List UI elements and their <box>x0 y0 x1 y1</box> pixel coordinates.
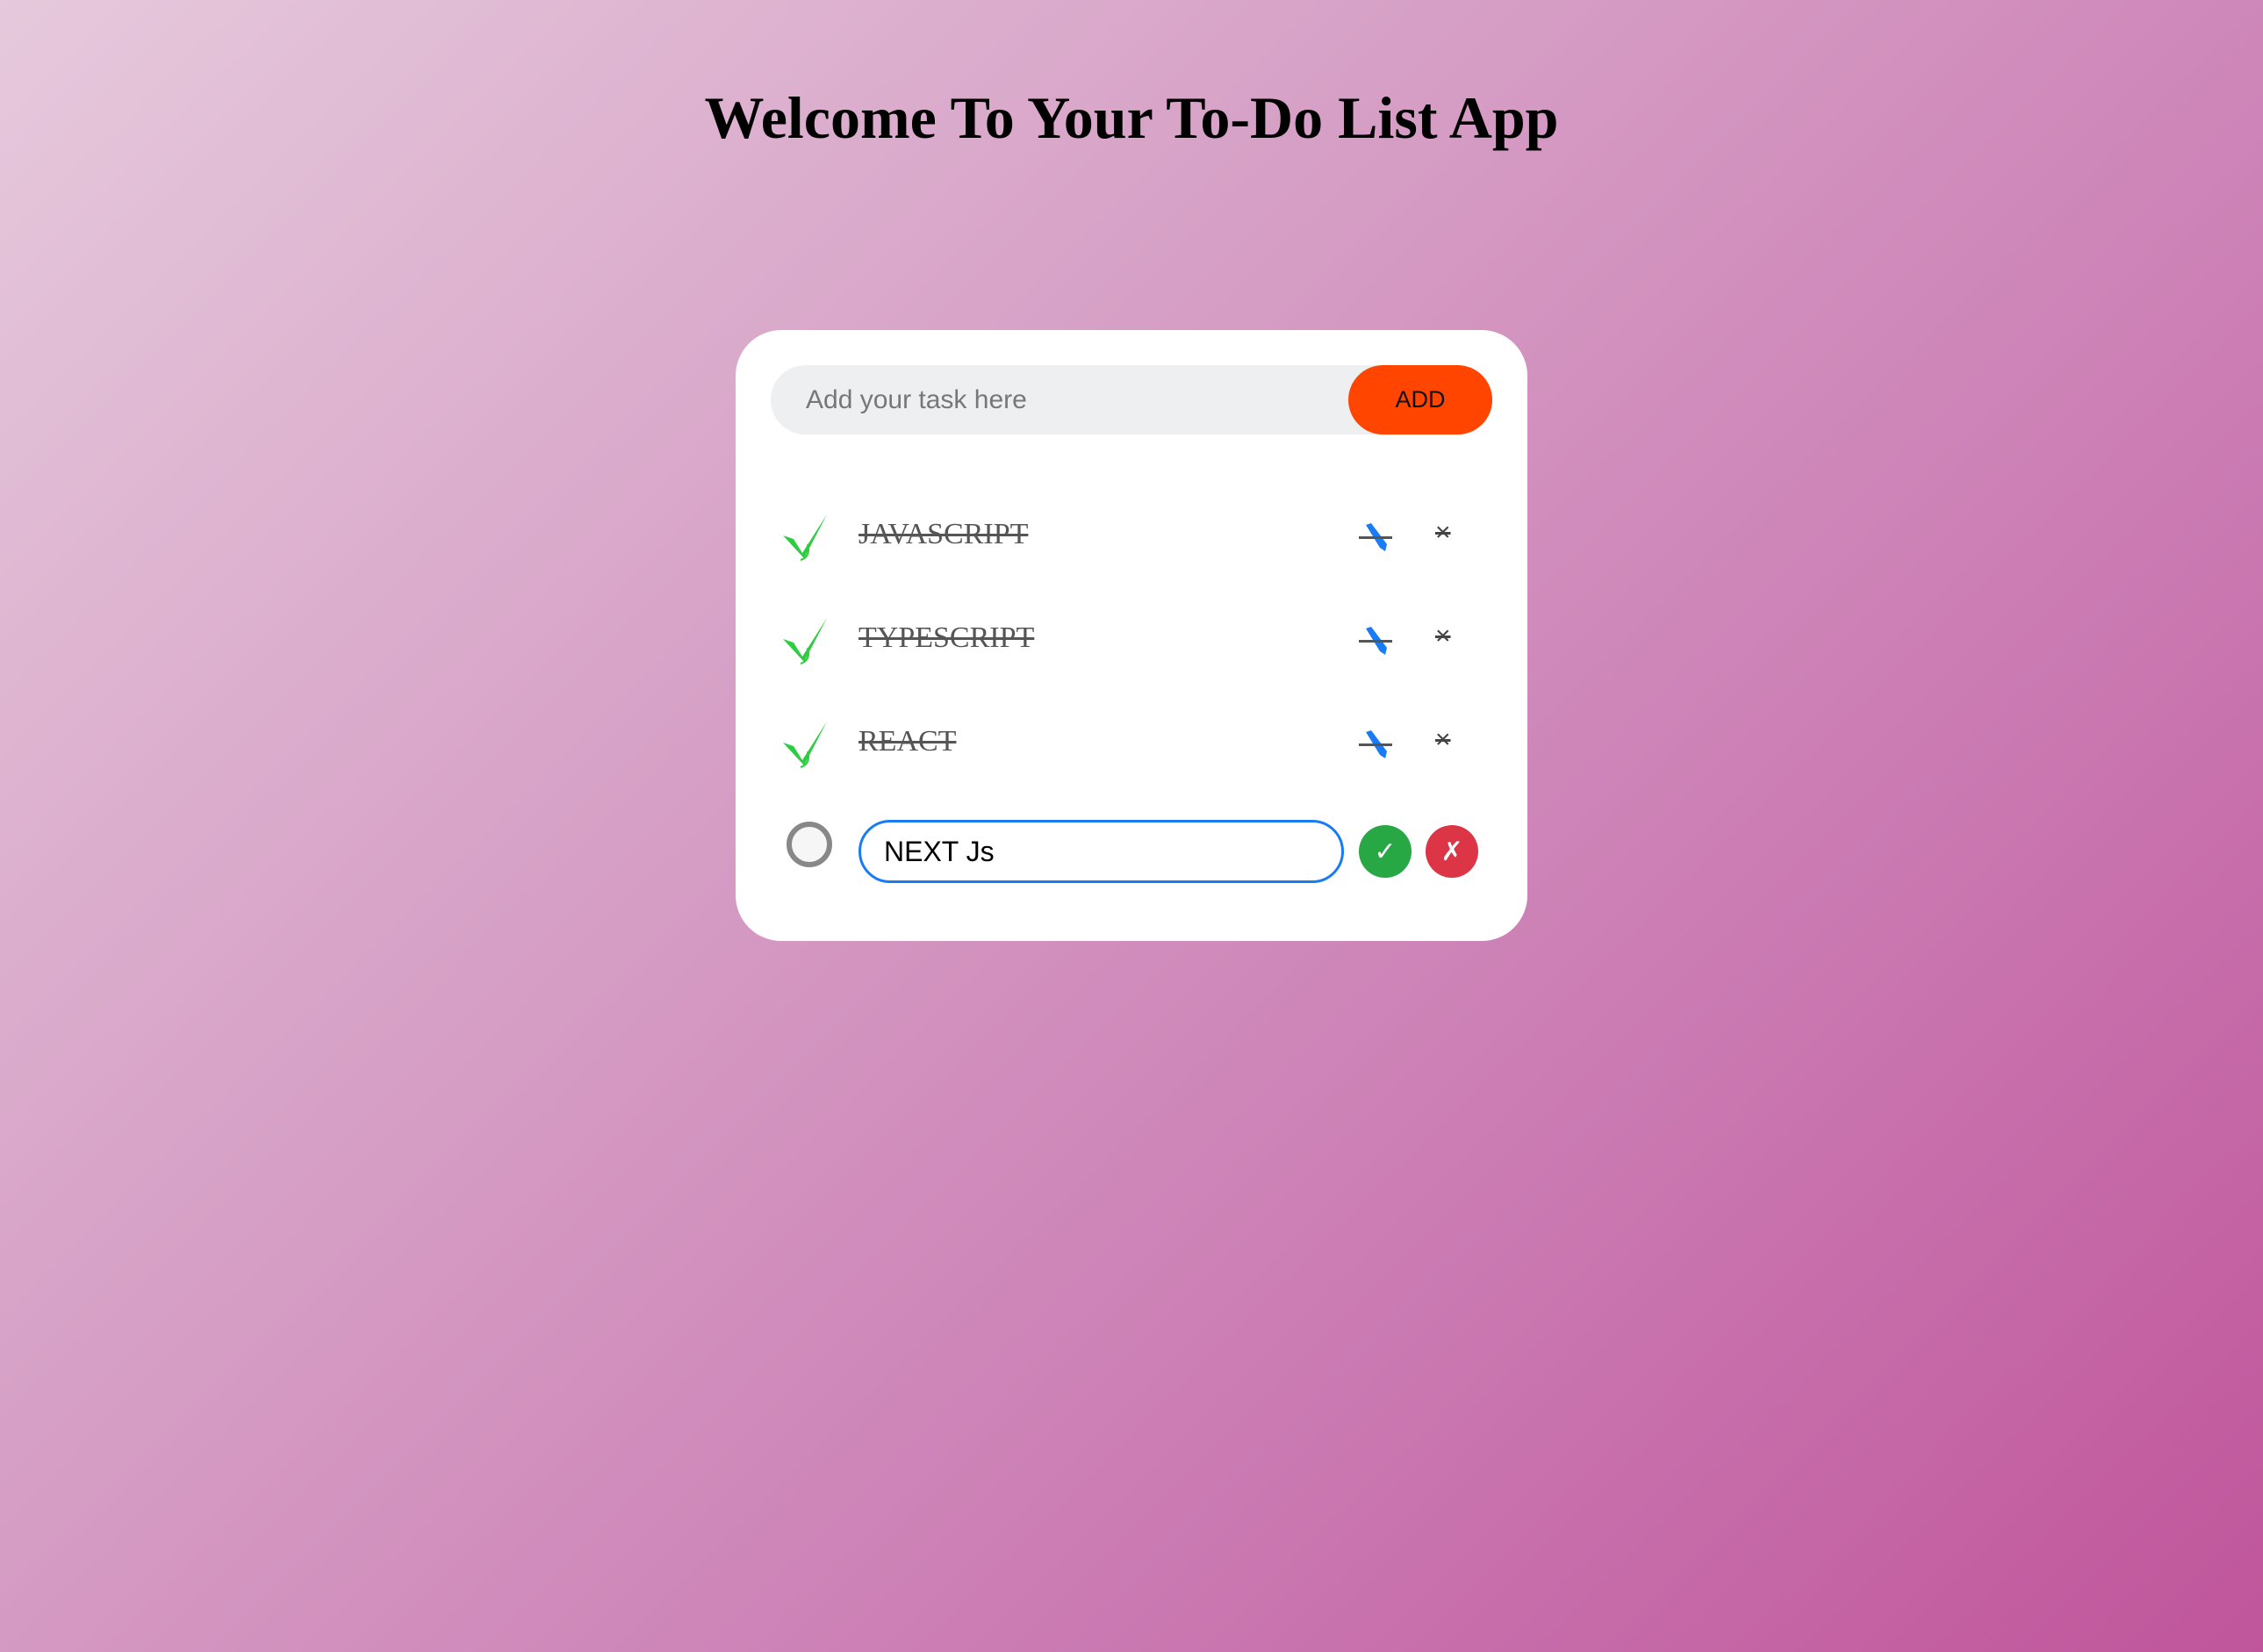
todo-card: ADD JAVASCRIPT × TYPESCRIPT × REACT × ✓ … <box>736 330 1527 941</box>
task-item: REACT × <box>736 709 1527 779</box>
close-icon[interactable]: × <box>1435 725 1451 755</box>
page-title: Welcome To Your To-Do List App <box>704 84 1559 151</box>
add-task-input[interactable] <box>771 365 1368 435</box>
edit-task-input[interactable] <box>859 820 1344 883</box>
pencil-icon[interactable] <box>1359 729 1394 760</box>
check-icon[interactable] <box>781 720 830 769</box>
cancel-edit-button[interactable]: ✗ <box>1426 825 1478 878</box>
save-edit-button[interactable]: ✓ <box>1359 825 1412 878</box>
task-item: JAVASCRIPT × <box>736 502 1527 572</box>
check-icon[interactable] <box>781 616 830 665</box>
close-icon[interactable]: × <box>1435 621 1451 651</box>
pencil-icon[interactable] <box>1359 521 1394 553</box>
add-button[interactable]: ADD <box>1348 365 1492 435</box>
incomplete-circle-icon[interactable] <box>787 822 832 867</box>
task-label: REACT <box>859 725 957 758</box>
check-icon[interactable] <box>781 513 830 562</box>
pencil-icon[interactable] <box>1359 625 1394 657</box>
task-item: TYPESCRIPT × <box>736 606 1527 676</box>
task-label: TYPESCRIPT <box>859 621 1035 654</box>
task-label: JAVASCRIPT <box>859 518 1029 550</box>
close-icon[interactable]: × <box>1435 518 1451 548</box>
add-task-bar: ADD <box>771 365 1492 435</box>
